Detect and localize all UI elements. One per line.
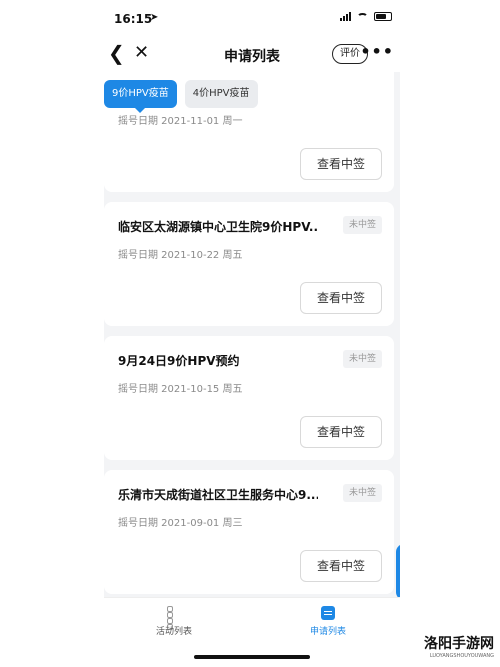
watermark-text: 洛阳手游网: [424, 636, 494, 652]
view-result-button[interactable]: 查看中签: [300, 282, 382, 314]
watermark-logo: 洛阳手游网 LUOYANGSHOUYOUWANG: [408, 627, 500, 667]
status-bar: 16:15 ➤: [104, 0, 400, 36]
view-result-button[interactable]: 查看中签: [300, 550, 382, 582]
application-title: 临安区太湖源镇中心卫生院9价HPV...: [118, 220, 318, 234]
signal-icon: [340, 12, 351, 21]
tab-label: 申请列表: [309, 627, 346, 637]
grid-icon: [167, 606, 181, 630]
home-indicator: [194, 655, 310, 659]
tab-9-valent-hpv[interactable]: 9价HPV疫苗: [104, 80, 177, 113]
status-badge: 未中签: [342, 350, 382, 368]
view-result-button[interactable]: 查看中签: [300, 148, 382, 180]
lottery-date: 摇号日期 2021-09-01 周三: [118, 518, 243, 529]
watermark-subtext: LUOYANGSHOUYOUWANG: [429, 653, 494, 659]
bottom-tab-bar: 活动列表 申请列表: [104, 597, 400, 647]
lottery-date: 摇号日期 2021-11-01 周一: [118, 116, 243, 127]
phone-screen: 16:15 ➤ ❮ ✕ 申请列表 评价 ••• 9价HPV疫苗 4价HPV疫苗 …: [104, 0, 400, 667]
nav-bar: ❮ ✕ 申请列表 评价 •••: [104, 36, 400, 72]
floating-side-tab[interactable]: [396, 544, 400, 597]
status-badge: 未中签: [342, 216, 382, 234]
status-badge: 未中签: [342, 484, 382, 502]
location-icon: ➤: [150, 12, 159, 23]
vaccine-tabs: 9价HPV疫苗 4价HPV疫苗: [104, 80, 258, 113]
application-card: 临安区太湖源镇中心卫生院9价HPV... 未中签 摇号日期 2021-10-22…: [104, 202, 394, 326]
more-icon[interactable]: •••: [360, 42, 394, 61]
tab-application-list[interactable]: 申请列表: [268, 606, 388, 637]
application-card: 9月24日9价HPV预约 未中签 摇号日期 2021-10-15 周五 查看中签: [104, 336, 394, 460]
application-list: 9价HPV疫苗 4价HPV疫苗 摇号日期 2021-11-01 周一 查看中签 …: [104, 72, 400, 597]
lottery-date: 摇号日期 2021-10-15 周五: [118, 384, 243, 395]
view-result-button[interactable]: 查看中签: [300, 416, 382, 448]
lottery-date: 摇号日期 2021-10-22 周五: [118, 250, 243, 261]
application-title: 乐清市天成街道社区卫生服务中心9...: [118, 488, 318, 502]
tab-4-valent-hpv[interactable]: 4价HPV疫苗: [184, 80, 258, 108]
status-time: 16:15: [114, 12, 153, 26]
wifi-icon: [357, 12, 368, 21]
tab-label: 活动列表: [155, 627, 192, 637]
application-title: 9月24日9价HPV预约: [118, 354, 240, 368]
battery-icon: [374, 12, 392, 21]
application-card: 乐清市天成街道社区卫生服务中心9... 未中签 摇号日期 2021-09-01 …: [104, 470, 394, 594]
status-icons: [340, 12, 392, 21]
tab-activity-list[interactable]: 活动列表: [114, 606, 234, 637]
document-icon: [321, 606, 335, 620]
